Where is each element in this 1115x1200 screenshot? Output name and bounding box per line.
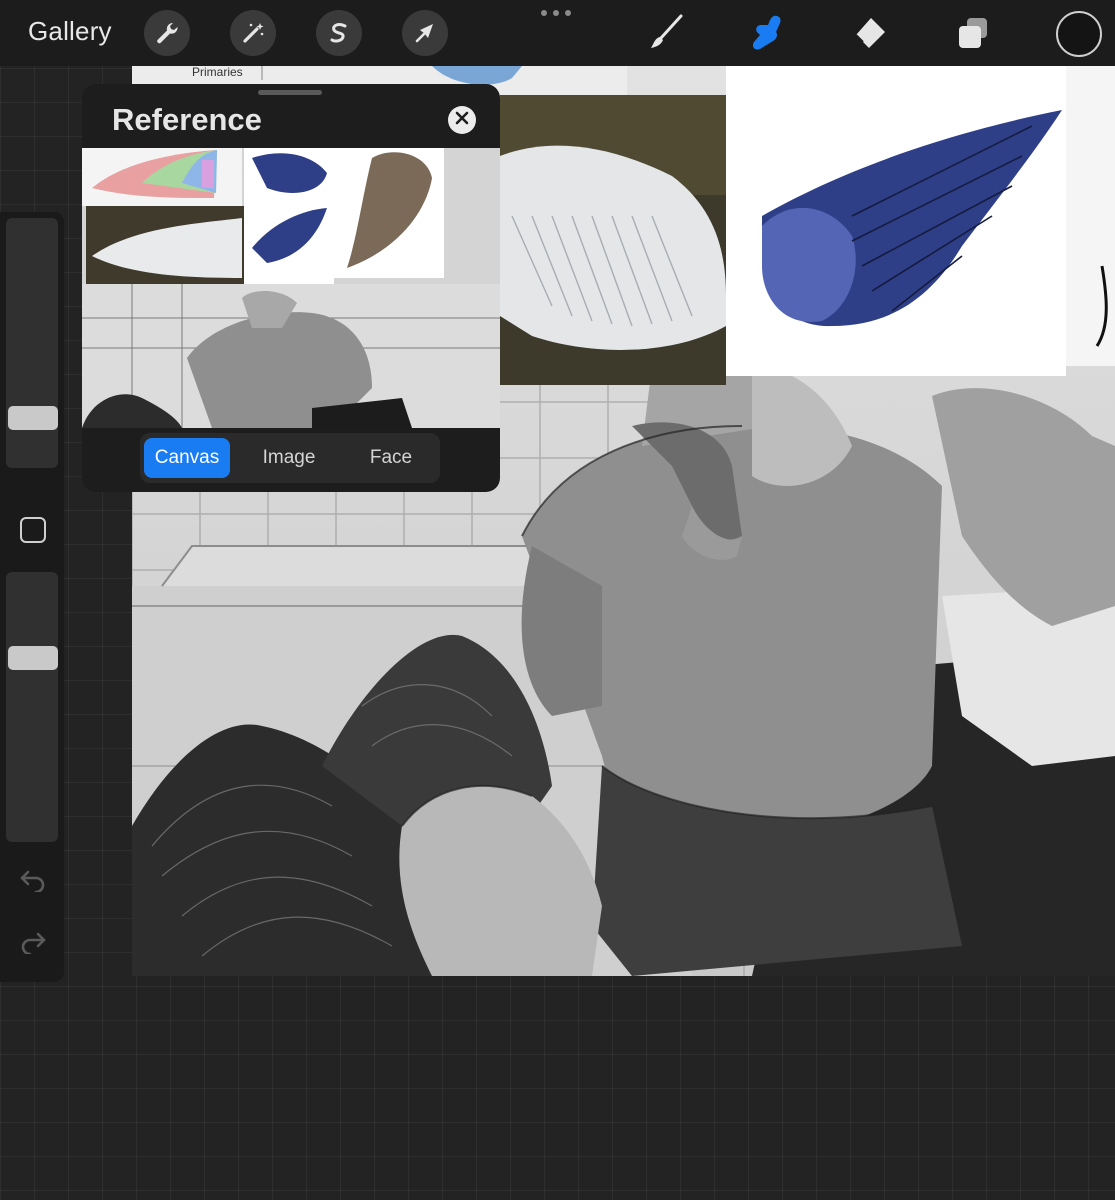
undo-button[interactable]	[17, 868, 49, 896]
selection-icon	[326, 20, 352, 46]
adjustments-button[interactable]	[230, 10, 276, 56]
panel-drag-handle[interactable]	[258, 90, 322, 95]
smudge-button[interactable]	[744, 10, 790, 56]
reference-title: Reference	[112, 102, 262, 137]
tab-face[interactable]: Face	[348, 438, 434, 478]
transform-button[interactable]	[402, 10, 448, 56]
magic-wand-icon	[240, 20, 266, 46]
redo-icon	[19, 930, 47, 959]
wrench-icon	[154, 20, 180, 46]
layers-icon	[953, 13, 993, 53]
arrow-cursor-icon	[412, 20, 438, 46]
top-toolbar: Gallery	[0, 0, 1115, 66]
layers-button[interactable]	[950, 10, 996, 56]
eraser-icon	[849, 13, 889, 53]
close-icon	[455, 111, 469, 130]
close-reference-button[interactable]	[448, 106, 476, 134]
left-sidebar	[0, 212, 64, 982]
brush-size-slider[interactable]	[6, 218, 58, 468]
primaries-label: Primaries	[192, 66, 243, 79]
actions-button[interactable]	[144, 10, 190, 56]
gallery-button[interactable]: Gallery	[28, 16, 112, 47]
color-picker-button[interactable]	[1056, 11, 1102, 57]
smudge-icon	[746, 12, 788, 54]
opacity-thumb[interactable]	[8, 645, 58, 670]
selection-button[interactable]	[316, 10, 362, 56]
reference-panel[interactable]: Reference Canvas Image Face	[82, 84, 500, 492]
modify-button[interactable]	[20, 517, 46, 543]
redo-button[interactable]	[17, 930, 49, 958]
blue-wing-reference-image	[726, 66, 1115, 376]
undo-icon	[19, 868, 47, 897]
brush-size-thumb[interactable]	[8, 405, 58, 430]
tab-image[interactable]: Image	[244, 438, 334, 478]
tab-canvas[interactable]: Canvas	[144, 438, 230, 478]
more-options-handle[interactable]	[541, 10, 571, 16]
gull-wing-reference-photo	[500, 95, 726, 385]
opacity-slider[interactable]	[6, 572, 58, 842]
reference-canvas-preview	[82, 148, 500, 428]
brush-button[interactable]	[642, 10, 688, 56]
eraser-button[interactable]	[846, 10, 892, 56]
reference-source-segmented-control: Canvas Image Face	[140, 433, 440, 483]
brush-icon	[645, 13, 685, 53]
